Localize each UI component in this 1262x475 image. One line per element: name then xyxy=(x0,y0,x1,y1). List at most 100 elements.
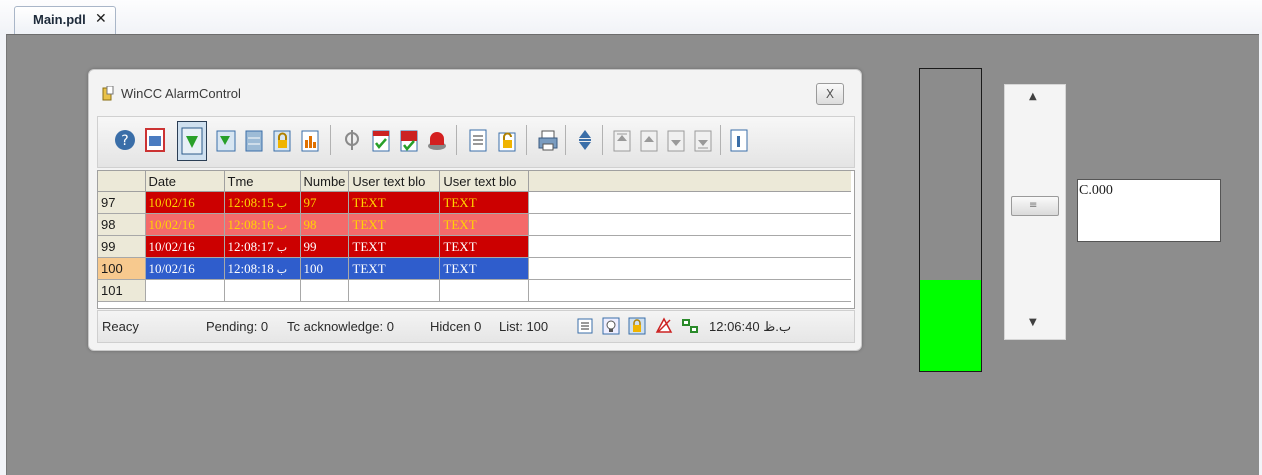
column-header-date[interactable]: Date xyxy=(145,171,225,192)
empty-cell xyxy=(145,279,225,302)
time-value: 12:08:17 xyxy=(227,238,274,254)
row-filler xyxy=(528,235,851,258)
toolbar-separator xyxy=(526,125,527,155)
empty-cell xyxy=(439,279,530,302)
empty-cell xyxy=(528,279,851,302)
cell-date[interactable]: 10/02/16 xyxy=(145,235,225,258)
row-header[interactable]: 98 xyxy=(98,213,146,236)
no-alarm-icon[interactable] xyxy=(655,317,673,335)
cell-user-text-2[interactable]: TEXT xyxy=(439,213,530,236)
tab-close-icon[interactable]: ✕ xyxy=(95,11,107,27)
server-status-icon[interactable] xyxy=(681,317,699,335)
time-value: 12:08:18 xyxy=(227,260,274,276)
tab-main-pdl[interactable]: Main.pdl ✕ xyxy=(14,6,116,35)
next-icon[interactable] xyxy=(665,126,687,154)
cell-user-text-2[interactable]: TEXT xyxy=(439,257,530,280)
time-suffix: ب xyxy=(276,241,288,254)
cell-user-text-1[interactable]: TEXT xyxy=(348,257,441,280)
status-hidden: Hidcen 0 xyxy=(430,319,482,334)
svg-text:?: ? xyxy=(121,133,128,149)
cell-time[interactable]: 12:08:16 ب xyxy=(224,213,301,236)
cell-number[interactable]: 99 xyxy=(300,235,350,258)
row-header[interactable]: 99 xyxy=(98,235,146,258)
row-filler xyxy=(528,213,851,236)
lock-status-icon[interactable] xyxy=(628,317,646,335)
cell-date[interactable]: 10/02/16 xyxy=(145,257,225,280)
toolbar-separator xyxy=(565,125,566,155)
cell-user-text-1[interactable]: TEXT xyxy=(348,235,441,258)
ack-group-icon[interactable] xyxy=(398,126,420,154)
grip-icon: ≡ xyxy=(1029,200,1038,212)
alarm-toolbar: ? xyxy=(97,116,855,168)
table-header-row: Date Tme Numbe User text blo User text b… xyxy=(98,171,851,192)
first-icon[interactable] xyxy=(611,126,633,154)
table-row[interactable]: 98 10/02/16 12:08:16 ب 98 TEXT TEXT xyxy=(98,213,851,236)
sort-icon[interactable] xyxy=(574,126,596,154)
cell-time[interactable]: 12:08:17 ب xyxy=(224,235,301,258)
print-icon[interactable] xyxy=(537,126,559,154)
cell-user-text-1[interactable]: TEXT xyxy=(348,213,441,236)
toolbar-separator xyxy=(720,125,721,155)
bulb-icon[interactable] xyxy=(602,317,620,335)
status-state: Reacy xyxy=(102,319,139,334)
cell-time[interactable]: 12:08:15 ب xyxy=(224,191,301,214)
unlock-list-icon[interactable] xyxy=(496,126,518,154)
scroll-up-icon[interactable]: ▲ xyxy=(1029,91,1037,102)
alarm-status-bar: Reacy Pending: 0 Tc acknowledge: 0 Hidce… xyxy=(97,310,855,343)
prev-icon[interactable] xyxy=(638,126,660,154)
level-bar xyxy=(919,68,982,372)
row-header[interactable]: 97 xyxy=(98,191,146,214)
column-header-time[interactable]: Tme xyxy=(224,171,301,192)
document-tab-strip: Main.pdl ✕ xyxy=(0,0,1262,35)
empty-cell xyxy=(348,279,441,302)
last-icon[interactable] xyxy=(692,126,714,154)
tab-label[interactable]: Main.pdl xyxy=(33,12,86,27)
cell-user-text-2[interactable]: TEXT xyxy=(439,191,530,214)
select-icon[interactable] xyxy=(177,121,207,161)
server-icon[interactable] xyxy=(243,126,265,154)
column-header-user-text-2[interactable]: User text blo xyxy=(439,171,530,192)
time-suffix: ب xyxy=(276,197,288,210)
level-bar-fill xyxy=(920,280,981,371)
chart-icon[interactable] xyxy=(299,126,321,154)
cell-date[interactable]: 10/02/16 xyxy=(145,213,225,236)
slider-thumb[interactable]: ≡ xyxy=(1011,196,1059,217)
table-row-partial: 101 xyxy=(98,279,851,302)
toggle-view-icon[interactable] xyxy=(144,126,166,154)
alarm-table: Date Tme Numbe User text blo User text b… xyxy=(97,170,855,309)
toolbar-separator xyxy=(330,125,331,155)
cell-number[interactable]: 97 xyxy=(300,191,350,214)
cell-user-text-1[interactable]: TEXT xyxy=(348,191,441,214)
toolbar-separator xyxy=(602,125,603,155)
window-close-button[interactable]: X xyxy=(816,83,844,105)
lock-icon[interactable] xyxy=(271,126,293,154)
cell-user-text-2[interactable]: TEXT xyxy=(439,235,530,258)
ack-single-icon[interactable] xyxy=(370,126,392,154)
alarm-bell-icon xyxy=(102,86,114,101)
info-icon[interactable] xyxy=(728,126,750,154)
status-clock: 12:06:40 ب.ظ xyxy=(709,319,792,334)
lock-list-icon[interactable] xyxy=(467,126,489,154)
row-header[interactable]: 100 xyxy=(98,257,146,280)
vertical-slider[interactable]: ▲ ≡ ▼ xyxy=(1004,84,1066,340)
list-icon[interactable] xyxy=(576,317,594,335)
value-input[interactable]: C.000 xyxy=(1077,179,1221,242)
status-list-count: List: 100 xyxy=(499,319,549,334)
table-row[interactable]: 99 10/02/16 12:08:17 ب 99 TEXT TEXT xyxy=(98,235,851,258)
cell-time[interactable]: 12:08:18 ب xyxy=(224,257,301,280)
cell-date[interactable]: 10/02/16 xyxy=(145,191,225,214)
status-pending: Pending: 0 xyxy=(206,319,269,334)
cell-number[interactable]: 98 xyxy=(300,213,350,236)
status-to-acknowledge: Tc acknowledge: 0 xyxy=(287,319,394,334)
refresh-icon[interactable] xyxy=(215,126,237,154)
emergency-ack-icon[interactable] xyxy=(426,126,448,154)
column-header-number[interactable]: Numbe xyxy=(300,171,350,192)
loop-icon[interactable] xyxy=(341,126,363,154)
row-filler xyxy=(528,191,851,214)
cell-number[interactable]: 100 xyxy=(300,257,350,280)
table-row[interactable]: 97 10/02/16 12:08:15 ب 97 TEXT TEXT xyxy=(98,191,851,214)
table-row[interactable]: 100 10/02/16 12:08:18 ب 100 TEXT TEXT xyxy=(98,257,851,280)
scroll-down-icon[interactable]: ▼ xyxy=(1029,317,1037,328)
help-icon[interactable]: ? xyxy=(114,126,136,154)
column-header-user-text-1[interactable]: User text blo xyxy=(348,171,441,192)
